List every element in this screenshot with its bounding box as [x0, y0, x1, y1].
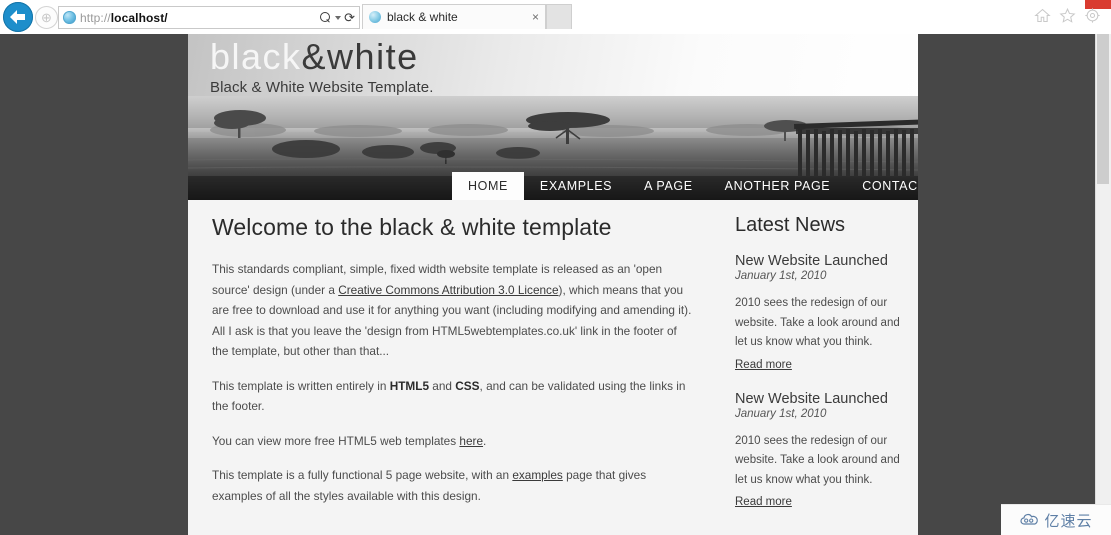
p3-text-b: . [483, 433, 487, 448]
search-icon[interactable] [320, 11, 332, 24]
p2-html5-strong: HTML5 [389, 378, 430, 393]
browser-tab[interactable]: black & white × [362, 4, 546, 29]
site-logo[interactable]: black&white [210, 37, 433, 77]
paragraph-more-templates: You can view more free HTML5 web templat… [212, 431, 692, 452]
chevron-down-icon[interactable] [335, 15, 342, 20]
news-item: New Website Launched January 1st, 2010 2… [735, 253, 910, 391]
address-host: localhost/ [110, 10, 168, 25]
scrollbar-thumb[interactable] [1097, 34, 1109, 184]
nav-item-contact-us[interactable]: CONTACT US [846, 172, 918, 200]
news-item-title: New Website Launched [735, 390, 888, 407]
sidebar-latest-news: Latest News New Website Launched January… [735, 214, 910, 528]
browser-chrome: ⊕ http://localhost/ ⟳ black & white × [0, 0, 1111, 35]
sidebar-heading: Latest News [735, 214, 846, 236]
primary-navigation: HOME EXAMPLES A PAGE ANOTHER PAGE CONTAC… [188, 172, 918, 200]
new-tab-button[interactable] [546, 4, 572, 29]
favorites-star-icon[interactable] [1059, 7, 1076, 24]
back-button[interactable] [3, 2, 33, 32]
nav-item-examples[interactable]: EXAMPLES [524, 172, 628, 200]
creative-commons-link[interactable]: Creative Commons Attribution 3.0 Licence [338, 283, 558, 297]
nav-item-home[interactable]: HOME [452, 172, 524, 200]
tab-title: black & white [387, 10, 458, 24]
nav-item-a-page[interactable]: A PAGE [628, 172, 709, 200]
p2-text-a: This template is written entirely in [212, 378, 390, 393]
news-item-read-more-link[interactable]: Read more [735, 359, 792, 371]
forward-button[interactable]: ⊕ [35, 6, 58, 29]
site-header: black&white Black & White Website Templa… [188, 34, 918, 200]
news-item-body: 2010 sees the redesign of our website. T… [735, 297, 900, 348]
nav-item-another-page[interactable]: ANOTHER PAGE [709, 172, 847, 200]
tab-close-icon[interactable]: × [532, 10, 539, 24]
p4-text-a: This template is a fully functional 5 pa… [212, 468, 513, 482]
site-identity-icon [63, 11, 76, 24]
logo-part-light: black [210, 36, 302, 77]
watermark: 亿速云 [1001, 504, 1111, 535]
address-tools: ⟳ [320, 11, 359, 24]
screenshot-root: ⊕ http://localhost/ ⟳ black & white × bl… [0, 0, 1111, 535]
news-item-read-more-link[interactable]: Read more [735, 496, 792, 508]
main-content-column: Welcome to the black & white template Th… [212, 214, 692, 535]
watermark-text: 亿速云 [1044, 512, 1093, 530]
p3-text-a: You can view more free HTML5 web templat… [212, 433, 460, 448]
examples-link[interactable]: examples [512, 468, 563, 482]
p2-css-strong: CSS [455, 378, 480, 393]
paragraph-five-page: This template is a fully functional 5 pa… [212, 465, 692, 506]
chrome-toolbar-icons [1034, 7, 1101, 24]
here-link[interactable]: here [459, 434, 483, 448]
website-page: black&white Black & White Website Templa… [188, 34, 918, 535]
news-item-date: January 1st, 2010 [735, 270, 827, 282]
settings-gear-icon[interactable] [1084, 7, 1101, 24]
paragraph-html5-css: This template is written entirely in HTM… [212, 376, 692, 417]
forward-arrow-icon: ⊕ [41, 10, 52, 25]
address-bar[interactable]: http://localhost/ ⟳ [58, 6, 360, 29]
site-tagline: Black & White Website Template. [210, 79, 434, 96]
page-viewport: black&white Black & White Website Templa… [0, 34, 1111, 535]
refresh-icon[interactable]: ⟳ [344, 11, 355, 24]
back-arrow-icon [10, 10, 25, 24]
page-title: Welcome to the black & white template [212, 214, 612, 240]
tab-strip: black & white × [362, 4, 572, 30]
news-item-body: 2010 sees the redesign of our website. T… [735, 434, 900, 486]
paragraph-intro: This standards compliant, simple, fixed … [212, 259, 692, 362]
p2-text-b: and [429, 378, 456, 393]
vertical-scrollbar[interactable] [1095, 34, 1111, 535]
logo-part-dark: &white [301, 36, 419, 77]
site-branding: black&white Black & White Website Templa… [210, 37, 434, 97]
tab-favicon-icon [369, 11, 381, 23]
news-item-date: January 1st, 2010 [735, 407, 827, 420]
news-item-title: New Website Launched [735, 253, 888, 269]
cloud-icon [1020, 513, 1039, 525]
address-text: http://localhost/ [80, 11, 168, 25]
address-scheme: http:// [80, 10, 111, 25]
news-item: New Website Launched January 1st, 2010 2… [735, 391, 910, 529]
home-icon[interactable] [1034, 7, 1051, 24]
